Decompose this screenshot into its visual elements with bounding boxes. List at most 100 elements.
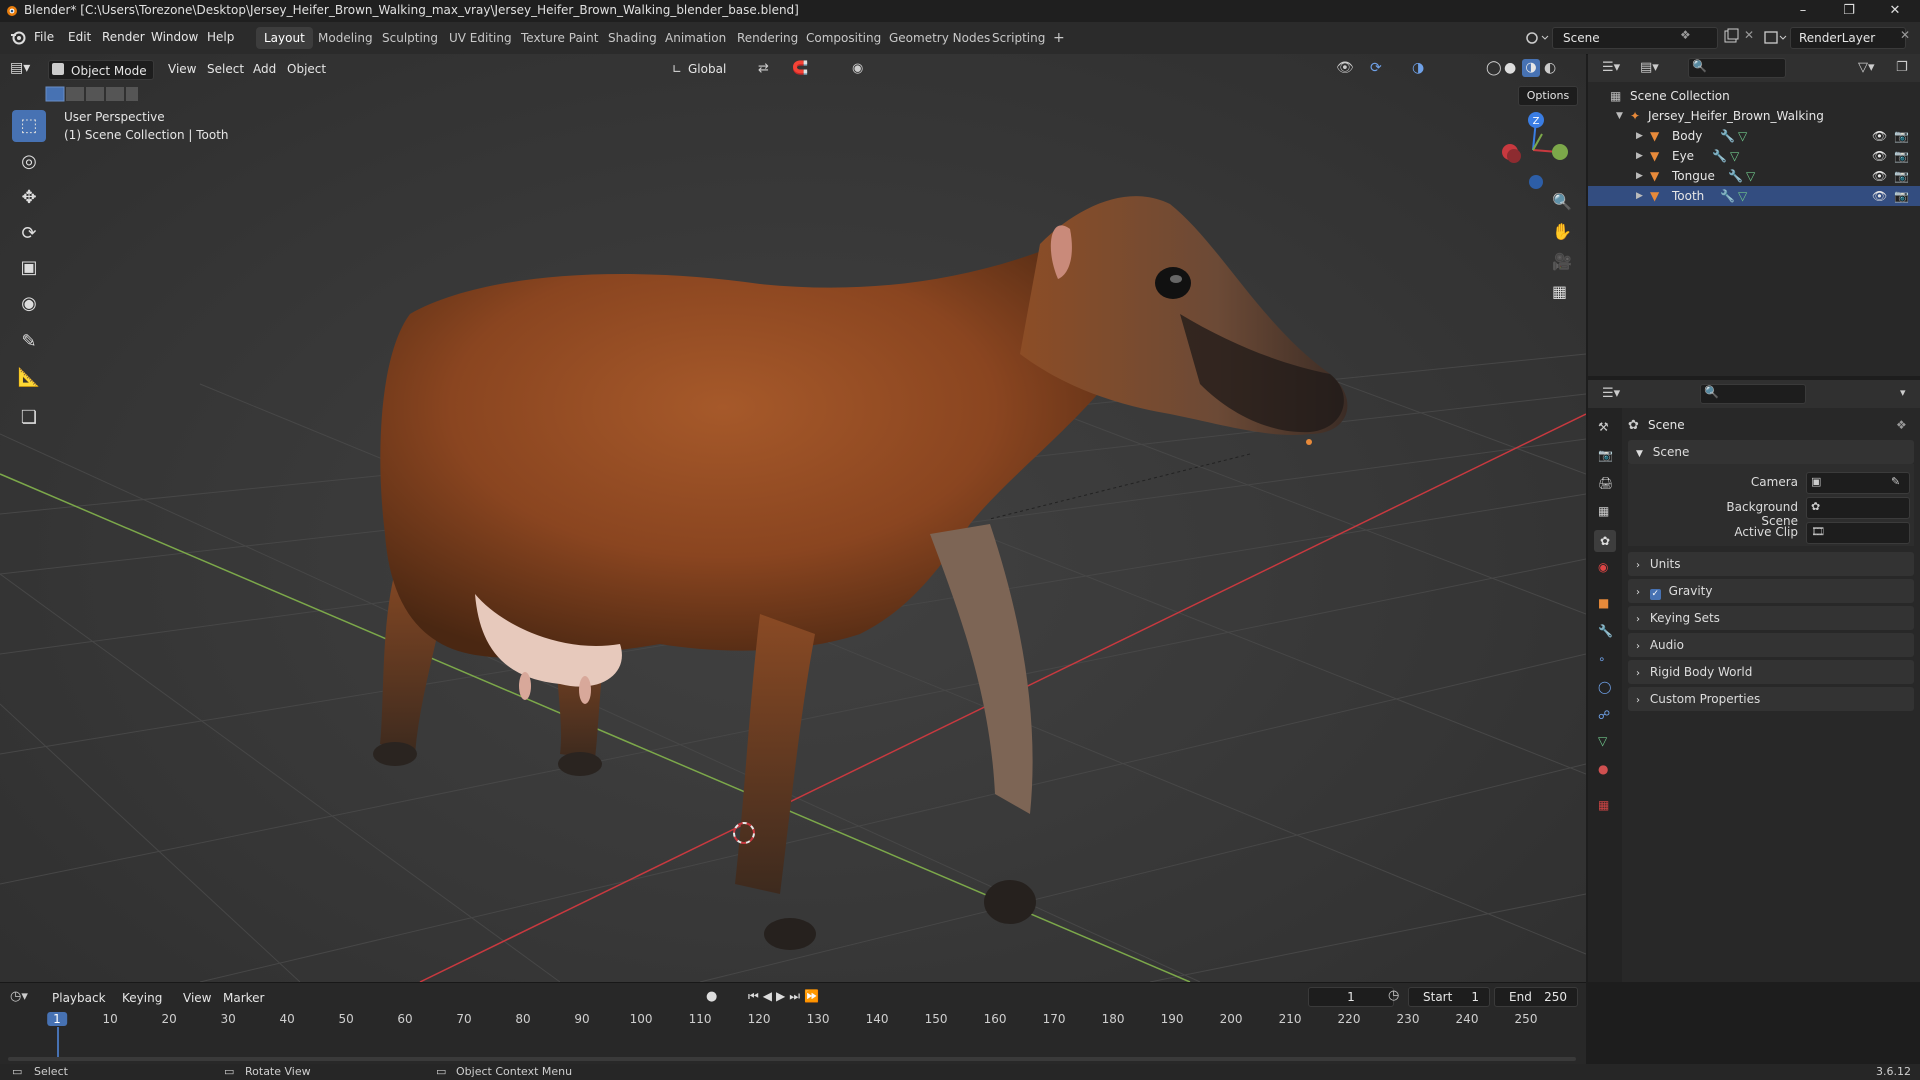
custom-properties-section[interactable]: › Custom Properties: [1628, 687, 1914, 711]
expand-arrow-icon[interactable]: ▶: [1636, 186, 1643, 206]
annotate-tool-icon[interactable]: ✎: [12, 326, 46, 358]
filter-icon[interactable]: ▽▾: [1858, 60, 1875, 75]
timeline-scrollbar[interactable]: [8, 1057, 1576, 1061]
vp-menu-object[interactable]: Object: [287, 62, 326, 76]
3d-viewport[interactable]: ⬚ ◎ ✥ ⟳ ▣ ◉ ✎ 📐 ❏ User Perspective (1) S…: [0, 54, 1586, 982]
scale-tool-icon[interactable]: ▣: [12, 252, 46, 284]
outliner-row-scene-collection[interactable]: ▦ Scene Collection: [1588, 86, 1920, 106]
properties-editor-icon[interactable]: ☰▾: [1602, 386, 1620, 401]
rendered-shading-icon[interactable]: ◐: [1544, 60, 1556, 76]
outliner-row-object[interactable]: ▼ ✦ Jersey_Heifer_Brown_Walking: [1588, 106, 1920, 126]
pivot-icon[interactable]: ⇄: [758, 61, 769, 76]
render-layer-selector[interactable]: RenderLayer: [1790, 27, 1906, 49]
scene-section-header[interactable]: ▼ Scene: [1628, 440, 1914, 464]
measure-tool-icon[interactable]: 📐: [12, 362, 46, 394]
cow-model[interactable]: [373, 196, 1348, 950]
end-frame-field[interactable]: End 250: [1494, 987, 1578, 1007]
active-clip-field[interactable]: 🎞: [1806, 522, 1910, 544]
menu-help[interactable]: Help: [207, 30, 234, 44]
chevron-down-icon[interactable]: ▾: [1900, 386, 1906, 399]
modifier-tab-icon[interactable]: 🔧: [1598, 624, 1613, 638]
visibility-eye-icon[interactable]: 👁: [1872, 146, 1887, 166]
output-tab-icon[interactable]: 🖨: [1598, 476, 1613, 490]
ortho-grid-icon[interactable]: ▦: [1552, 282, 1567, 301]
expand-arrow-icon[interactable]: ▶: [1636, 166, 1643, 186]
minimize-icon[interactable]: –: [1780, 0, 1826, 22]
zoom-icon[interactable]: 🔍: [1552, 192, 1572, 211]
tab-uv-editing[interactable]: UV Editing: [441, 27, 520, 49]
camera-view-icon[interactable]: 🎥: [1552, 252, 1572, 271]
playhead-line[interactable]: [57, 1027, 59, 1057]
timeline-menu-marker[interactable]: Marker: [223, 991, 264, 1005]
vp-menu-select[interactable]: Select: [207, 62, 244, 76]
menu-window[interactable]: Window: [151, 30, 198, 44]
options-button[interactable]: Options: [1518, 86, 1578, 106]
physics-tab-icon[interactable]: ◯: [1598, 680, 1611, 694]
outliner-row-tooth[interactable]: ▶ ▼ Tooth 🔧 ▽ 👁 📷: [1588, 186, 1920, 206]
timeline-menu-keying[interactable]: Keying: [122, 991, 162, 1005]
overlay-toggle-icon[interactable]: ◑: [1412, 60, 1424, 76]
proportional-edit-icon[interactable]: ◉: [852, 61, 863, 76]
keying-sets-section[interactable]: › Keying Sets: [1628, 606, 1914, 630]
units-section[interactable]: › Units: [1628, 552, 1914, 576]
eyedropper-icon[interactable]: ✎: [1891, 475, 1900, 488]
gravity-checkbox[interactable]: ✓: [1649, 589, 1661, 600]
data-tab-icon[interactable]: ▽: [1598, 734, 1607, 748]
tab-compositing[interactable]: Compositing: [798, 27, 889, 49]
view-layer-tab-icon[interactable]: ▦: [1598, 504, 1609, 518]
new-collection-icon[interactable]: ❐: [1896, 60, 1908, 75]
background-scene-field[interactable]: ✿: [1806, 497, 1910, 519]
gizmo-toggle-icon[interactable]: ⟳: [1370, 60, 1382, 76]
tool-tab-icon[interactable]: ⚒: [1598, 420, 1609, 434]
world-tab-icon[interactable]: ◉: [1598, 560, 1608, 574]
move-tool-icon[interactable]: ✥: [12, 182, 46, 214]
pin-icon[interactable]: ❖: [1896, 418, 1907, 432]
maximize-icon[interactable]: ❐: [1826, 0, 1872, 22]
tab-shading[interactable]: Shading: [600, 27, 665, 49]
menu-render[interactable]: Render: [102, 30, 145, 44]
select-box-tool-icon[interactable]: ⬚: [12, 110, 46, 142]
editor-type-icon[interactable]: ▤▾: [10, 60, 38, 80]
visibility-eye-icon[interactable]: 👁: [1872, 166, 1887, 186]
tab-sculpting[interactable]: Sculpting: [374, 27, 446, 49]
scene-type-icon[interactable]: [1524, 28, 1550, 48]
texture-tab-icon[interactable]: ▦: [1598, 798, 1609, 812]
visibility-icon[interactable]: 👁: [1336, 60, 1354, 76]
timeline-menu-playback[interactable]: Playback: [52, 991, 106, 1005]
rotate-tool-icon[interactable]: ⟳: [12, 218, 46, 250]
playback-controls[interactable]: ⏮◀▶⏭⏩: [748, 989, 823, 1004]
expand-arrow-icon[interactable]: ▶: [1636, 126, 1643, 146]
audio-section[interactable]: › Audio: [1628, 633, 1914, 657]
render-tab-icon[interactable]: 📷: [1598, 448, 1613, 462]
object-tab-icon[interactable]: ■: [1598, 596, 1609, 610]
vp-menu-add[interactable]: Add: [253, 62, 276, 76]
navigation-gizmo[interactable]: Z: [1496, 110, 1576, 190]
camera-field[interactable]: ▣ ✎: [1806, 472, 1910, 494]
close-icon[interactable]: ✕: [1872, 0, 1918, 22]
tab-geometry-nodes[interactable]: Geometry Nodes: [881, 27, 998, 49]
rigid-body-world-section[interactable]: › Rigid Body World: [1628, 660, 1914, 684]
timeline-editor-icon[interactable]: ◷▾: [10, 989, 28, 1004]
gravity-section[interactable]: › ✓ Gravity: [1628, 579, 1914, 603]
render-camera-icon[interactable]: 📷: [1894, 186, 1909, 206]
record-icon[interactable]: ●: [706, 989, 717, 1004]
outliner-row-eye[interactable]: ▶ ▼ Eye 🔧 ▽ 👁 📷: [1588, 146, 1920, 166]
scene-selector[interactable]: Scene: [1552, 27, 1718, 49]
vp-menu-view[interactable]: View: [168, 62, 196, 76]
visibility-eye-icon[interactable]: 👁: [1872, 186, 1887, 206]
tab-modeling[interactable]: Modeling: [310, 27, 381, 49]
tab-rendering[interactable]: Rendering: [729, 27, 806, 49]
render-camera-icon[interactable]: 📷: [1894, 146, 1909, 166]
expand-arrow-icon[interactable]: ▼: [1616, 106, 1623, 126]
outliner-row-tongue[interactable]: ▶ ▼ Tongue 🔧 ▽ 👁 📷: [1588, 166, 1920, 186]
outliner-editor-icon[interactable]: ☰▾: [1602, 60, 1620, 75]
start-frame-field[interactable]: Start 1: [1408, 987, 1490, 1007]
material-shading-icon[interactable]: ◑: [1522, 59, 1540, 77]
pan-hand-icon[interactable]: ✋: [1552, 222, 1572, 241]
clock-icon[interactable]: ◷: [1388, 988, 1399, 1003]
display-mode-icon[interactable]: ▤▾: [1640, 60, 1659, 75]
render-camera-icon[interactable]: 📷: [1894, 166, 1909, 186]
menu-file[interactable]: File: [34, 30, 54, 44]
tab-layout[interactable]: Layout: [256, 27, 313, 49]
snap-icon[interactable]: 🧲: [792, 61, 808, 76]
